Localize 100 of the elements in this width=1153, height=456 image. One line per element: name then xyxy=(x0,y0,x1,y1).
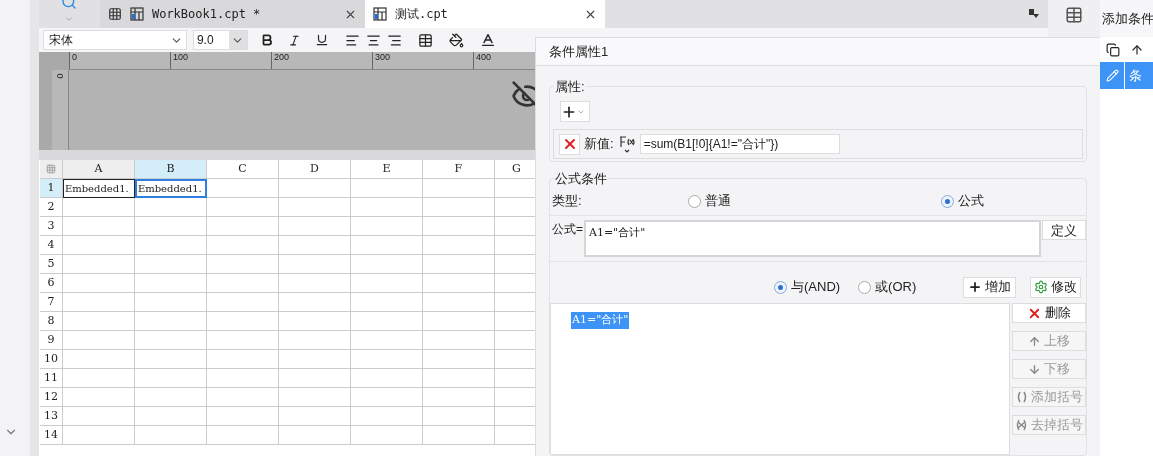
table-cell[interactable]: Embedded1. xyxy=(134,179,207,198)
table-cell[interactable] xyxy=(134,236,207,255)
table-cell[interactable] xyxy=(278,274,351,293)
document-tab[interactable]: WorkBook1.cpt * xyxy=(99,0,365,28)
table-cell[interactable]: Embedded1. xyxy=(62,179,135,198)
document-tab[interactable]: 测试.cpt xyxy=(364,0,605,28)
align-center-icon[interactable] xyxy=(365,32,381,48)
table-cell[interactable] xyxy=(350,198,423,217)
table-cell[interactable] xyxy=(350,255,423,274)
table-cell[interactable] xyxy=(350,236,423,255)
row-header[interactable]: 9 xyxy=(39,331,63,350)
table-cell[interactable] xyxy=(62,198,135,217)
table-cell[interactable] xyxy=(422,255,495,274)
table-cell[interactable] xyxy=(206,369,279,388)
table-cell[interactable] xyxy=(422,236,495,255)
table-cell[interactable] xyxy=(134,217,207,236)
underline-icon[interactable] xyxy=(314,33,329,47)
radio-option[interactable]: 公式 xyxy=(941,191,984,211)
copy-icon[interactable] xyxy=(1106,42,1120,57)
align-right-icon[interactable] xyxy=(386,32,402,48)
table-cell[interactable] xyxy=(206,426,279,445)
row-header[interactable]: 5 xyxy=(39,255,63,274)
select-all-corner[interactable] xyxy=(39,160,63,179)
table-cell[interactable] xyxy=(62,388,135,407)
table-cell[interactable] xyxy=(62,217,135,236)
column-header[interactable]: F xyxy=(422,160,495,179)
table-cell[interactable] xyxy=(278,255,351,274)
row-header[interactable]: 13 xyxy=(39,407,63,426)
font-select[interactable]: 宋体 xyxy=(42,30,187,50)
table-cell[interactable] xyxy=(350,350,423,369)
radio-icon[interactable] xyxy=(774,280,787,294)
table-cell[interactable] xyxy=(62,407,135,426)
table-cell[interactable] xyxy=(422,179,495,198)
column-header[interactable]: D xyxy=(278,160,351,179)
row-header[interactable]: 12 xyxy=(39,388,63,407)
table-cell[interactable] xyxy=(422,312,495,331)
radio-icon[interactable] xyxy=(858,280,872,294)
table-cell[interactable] xyxy=(278,179,351,198)
table-cell[interactable] xyxy=(62,274,135,293)
radio-option[interactable]: 与(AND) xyxy=(774,277,841,297)
table-cell[interactable] xyxy=(278,331,351,350)
table-cell[interactable] xyxy=(278,312,351,331)
radio-icon[interactable] xyxy=(688,194,701,208)
column-header[interactable]: C xyxy=(206,160,279,179)
delete-button[interactable]: 删除 xyxy=(1012,303,1086,323)
dropdown-icon[interactable] xyxy=(1028,8,1041,20)
table-cell[interactable] xyxy=(134,350,207,369)
formula-textarea[interactable]: A1="合计" xyxy=(583,220,1042,257)
table-cell[interactable] xyxy=(62,293,135,312)
fill-color-icon[interactable] xyxy=(448,32,464,48)
row-header[interactable]: 1 xyxy=(39,179,63,198)
column-header[interactable]: B xyxy=(134,160,207,179)
table-cell[interactable] xyxy=(206,274,279,293)
remove-button[interactable] xyxy=(559,133,580,155)
table-cell[interactable] xyxy=(206,312,279,331)
table-cell[interactable] xyxy=(278,217,351,236)
table-cell[interactable] xyxy=(422,198,495,217)
border-icon[interactable] xyxy=(417,32,433,48)
table-cell[interactable] xyxy=(206,198,279,217)
table-cell[interactable] xyxy=(206,236,279,255)
row-header[interactable]: 6 xyxy=(39,274,63,293)
table-cell[interactable] xyxy=(350,388,423,407)
radio-option[interactable]: 或(OR) xyxy=(858,277,917,297)
row-header[interactable]: 14 xyxy=(39,426,63,445)
table-cell[interactable] xyxy=(134,369,207,388)
table-cell[interactable] xyxy=(62,236,135,255)
table-cell[interactable] xyxy=(134,255,207,274)
table-cell[interactable] xyxy=(62,369,135,388)
table-cell[interactable] xyxy=(278,236,351,255)
table-cell[interactable] xyxy=(278,426,351,445)
table-cell[interactable] xyxy=(134,198,207,217)
formula-input[interactable]: =sum(B1[!0]{A1!="合计"}) xyxy=(639,134,840,154)
table-cell[interactable] xyxy=(206,350,279,369)
row-header[interactable]: 7 xyxy=(39,293,63,312)
table-cell[interactable] xyxy=(206,293,279,312)
row-header[interactable]: 11 xyxy=(39,369,63,388)
table-cell[interactable] xyxy=(350,179,423,198)
add-property-button[interactable] xyxy=(560,101,590,122)
table-cell[interactable] xyxy=(350,331,423,350)
table-cell[interactable] xyxy=(350,312,423,331)
row-header[interactable]: 4 xyxy=(39,236,63,255)
formula-icon[interactable] xyxy=(617,135,636,153)
table-cell[interactable] xyxy=(422,426,495,445)
font-color-icon[interactable] xyxy=(479,32,496,48)
table-cell[interactable] xyxy=(62,350,135,369)
table-cell[interactable] xyxy=(278,369,351,388)
table-icon[interactable] xyxy=(1065,6,1084,24)
table-cell[interactable] xyxy=(206,388,279,407)
pencil-icon[interactable] xyxy=(1105,69,1119,82)
table-cell[interactable] xyxy=(134,426,207,445)
table-cell[interactable] xyxy=(62,331,135,350)
table-cell[interactable] xyxy=(134,331,207,350)
table-cell[interactable] xyxy=(350,293,423,312)
table-cell[interactable] xyxy=(350,217,423,236)
table-cell[interactable] xyxy=(422,388,495,407)
row-header[interactable]: 3 xyxy=(39,217,63,236)
table-cell[interactable] xyxy=(350,426,423,445)
table-cell[interactable] xyxy=(350,369,423,388)
add-button[interactable]: 增加 xyxy=(963,276,1017,298)
table-cell[interactable] xyxy=(278,198,351,217)
